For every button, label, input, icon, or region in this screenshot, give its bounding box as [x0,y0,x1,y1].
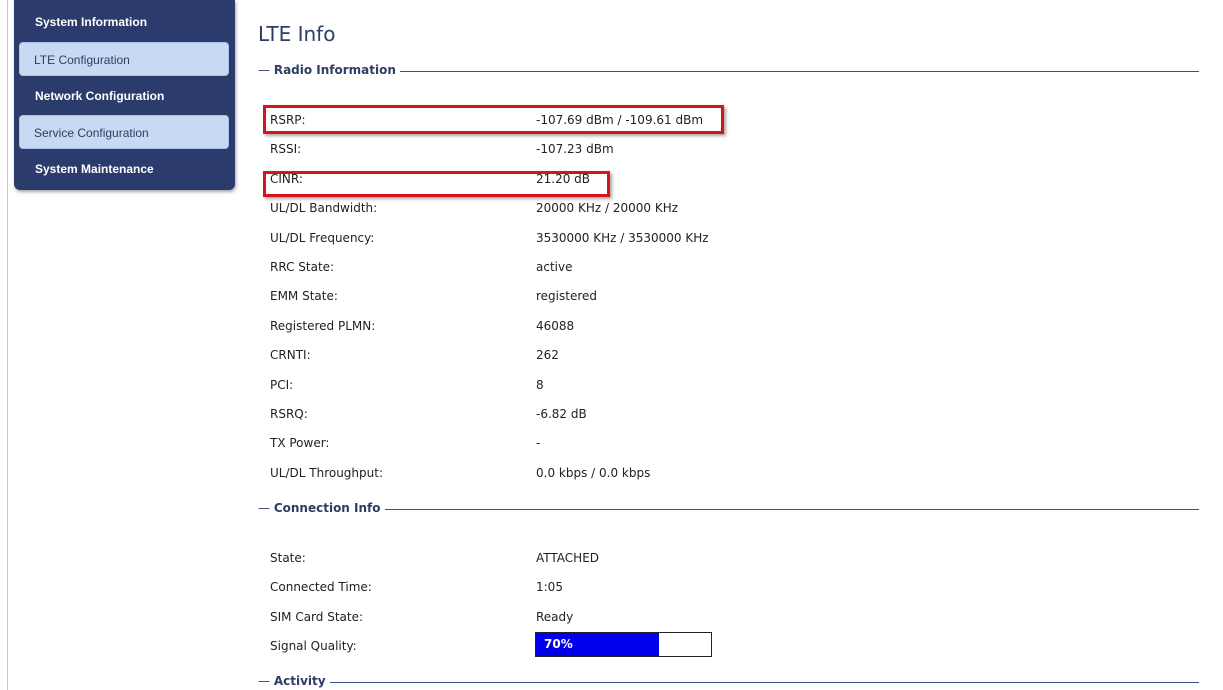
sidebar-item-network-configuration[interactable]: Network Configuration [19,79,229,113]
section-divider [258,682,1199,683]
row-label: RSSI: [270,142,302,157]
row-label: PCI: [270,377,294,392]
page-title: LTE Info [258,22,336,46]
sidebar-item-system-information[interactable]: System Information [19,5,229,39]
row-value: -6.82 dB [536,407,587,421]
row-value: 262 [536,348,559,363]
row-value: Ready [536,609,574,624]
row-label: UL/DL Throughput: [270,465,383,480]
row-label: State: [270,551,306,565]
section-activity-title: — Activity [258,674,330,688]
row-value: 1:05 [536,580,563,595]
sidebar: System Information LTE Configuration Net… [14,0,235,190]
row-label: SIM Card State: [270,609,364,624]
row-label: UL/DL Bandwidth: [270,201,378,216]
row-label: Registered PLMN: [270,318,376,333]
sidebar-item-system-maintenance[interactable]: System Maintenance [19,152,229,186]
row-label: RSRQ: [270,407,308,421]
row-value: - [536,436,541,451]
row-value: 20000 KHz / 20000 KHz [536,201,679,216]
row-label: Signal Quality: [270,639,357,654]
sidebar-item-service-configuration[interactable]: Service Configuration [19,115,229,149]
row-label: UL/DL Frequency: [270,230,375,245]
signal-quality-text: 70% [544,637,573,651]
row-value: 0.0 kbps / 0.0 kbps [536,465,651,480]
row-value: registered [536,289,598,304]
sidebar-item-lte-configuration[interactable]: LTE Configuration [19,42,229,76]
page-left-border [7,0,8,690]
row-value: -107.23 dBm [536,142,614,157]
section-divider [258,509,1199,510]
row-label: CINR: [270,171,303,186]
row-label: CRNTI: [270,348,311,363]
row-value: 46088 [536,318,575,333]
row-label: RSRP: [270,113,306,127]
row-label: Connected Time: [270,580,372,595]
row-value: 8 [536,377,544,392]
row-value: 21.20 dB [536,171,591,186]
row-label: RRC State: [270,260,335,274]
row-label: EMM State: [270,289,338,304]
row-value: 3530000 KHz / 3530000 KHz [536,230,709,245]
section-connection-title: — Connection Info [258,501,385,515]
section-radio-title: — Radio Information [258,63,400,77]
row-value: -107.69 dBm / -109.61 dBm [536,113,704,127]
row-value: active [536,260,573,274]
row-label: TX Power: [270,436,330,451]
row-value: ATTACHED [536,551,600,565]
signal-quality-bar: 70% [535,632,712,657]
